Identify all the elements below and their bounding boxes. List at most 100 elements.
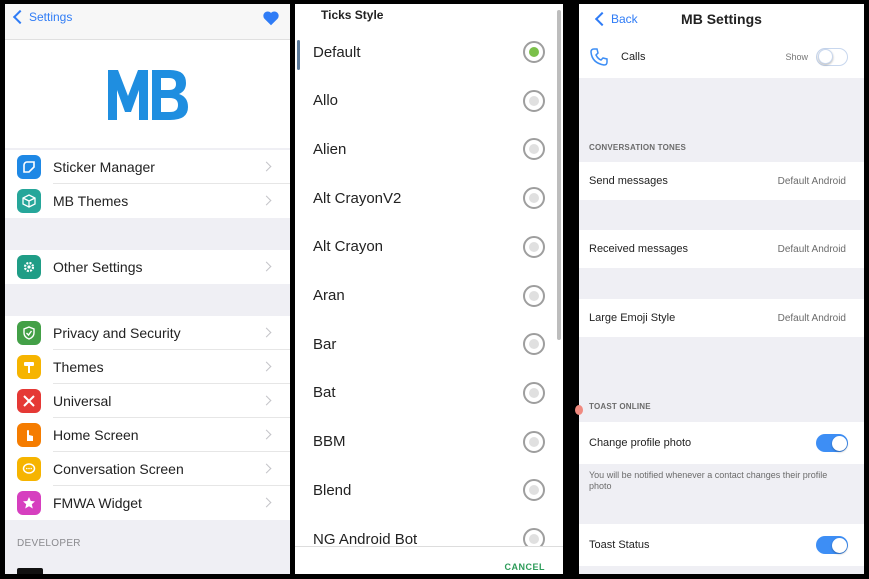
phone-icon [590, 48, 608, 66]
radio-button[interactable] [523, 381, 545, 404]
floating-indicator [575, 405, 583, 415]
page-title: MB Settings [681, 11, 762, 27]
option-label: Aran [313, 287, 345, 304]
ticks-option[interactable]: Aran [313, 272, 545, 320]
ticks-option[interactable]: Allo [313, 77, 545, 125]
row-label: Conversation Screen [53, 461, 184, 477]
settings-group-1: Sticker Manager MB Themes [5, 150, 290, 218]
row-received-messages[interactable]: Received messages Default Android [579, 230, 864, 268]
row-label: Send messages [589, 175, 668, 187]
row-label: Home Screen [53, 427, 139, 443]
ticks-option[interactable]: Alt Crayon [313, 223, 545, 271]
chevron-right-icon [261, 463, 272, 474]
row-calls[interactable]: Calls Show [579, 36, 864, 78]
row-universal[interactable]: Universal [5, 384, 290, 418]
themes-cube-icon [17, 189, 41, 213]
chevron-left-icon [12, 9, 28, 25]
calls-toggle[interactable] [816, 48, 848, 66]
row-label: FMWA Widget [53, 495, 142, 511]
row-other-settings[interactable]: Other Settings [5, 250, 290, 284]
ticks-option[interactable]: BBM [313, 418, 545, 466]
row-fmwa-widget[interactable]: FMWA Widget [5, 486, 290, 520]
row-privacy-security[interactable]: Privacy and Security [5, 316, 290, 350]
chevron-right-icon [261, 361, 272, 372]
back-button[interactable]: Settings [12, 9, 73, 25]
ticks-option[interactable]: Alt CrayonV2 [313, 174, 545, 222]
ticks-option[interactable]: Default [313, 28, 545, 76]
row-label: Received messages [589, 243, 689, 255]
ticks-option[interactable]: Alien [313, 125, 545, 173]
radio-button[interactable] [523, 235, 545, 258]
chat-bubble-icon [17, 457, 41, 481]
row-sticker-manager[interactable]: Sticker Manager [5, 150, 290, 184]
option-label: BBM [313, 433, 346, 451]
star-icon [17, 491, 41, 515]
row-large-emoji-style[interactable]: Large Emoji Style Default Android [579, 299, 864, 337]
paint-roller-icon [17, 355, 41, 379]
row-label: Toast Status [589, 539, 650, 551]
settings-group-3: Privacy and Security Themes Universal Ho… [5, 316, 290, 520]
chevron-right-icon [261, 395, 272, 406]
row-label: MB Themes [53, 193, 129, 209]
heart-icon[interactable] [262, 10, 280, 26]
row-label: Large Emoji Style [589, 312, 676, 324]
top-bar: Settings [5, 4, 290, 40]
dialog-title: Ticks Style [321, 8, 384, 22]
radio-button[interactable] [523, 333, 545, 356]
section-header-toast-online: TOAST ONLINE [589, 402, 651, 411]
focus-indicator [297, 40, 300, 70]
svg-text:MB: MB [106, 66, 108, 67]
back-label: Settings [29, 10, 73, 24]
mb-logo: MB [106, 66, 188, 120]
row-label: Privacy and Security [53, 325, 181, 341]
mb-main-settings-panel: Settings MB Sticker Manager MB Themes Ot… [5, 4, 290, 574]
radio-button[interactable] [523, 187, 545, 210]
ticks-option[interactable]: Bar [313, 320, 545, 368]
top-bar: Back MB Settings [579, 4, 864, 36]
mb-logo-area: MB [5, 40, 290, 148]
tools-icon [17, 389, 41, 413]
option-label: Allo [313, 92, 339, 110]
chevron-right-icon [261, 429, 272, 440]
scrollbar[interactable] [557, 10, 561, 340]
row-mb-themes[interactable]: MB Themes [5, 184, 290, 218]
developer-section-header: DEVELOPER [17, 538, 81, 549]
developer-row-icon [17, 568, 43, 574]
radio-button[interactable] [523, 41, 545, 63]
change-profile-photo-toggle[interactable] [816, 434, 848, 452]
ticks-option[interactable]: Bat [313, 369, 545, 417]
toast-status-toggle[interactable] [816, 536, 848, 554]
cancel-button[interactable]: CANCEL [505, 562, 546, 572]
option-label: Alt CrayonV2 [313, 189, 402, 207]
radio-button[interactable] [523, 430, 545, 453]
option-label: Default [313, 43, 361, 61]
ticks-option[interactable]: Blend [313, 466, 545, 514]
radio-button[interactable] [523, 89, 545, 112]
row-label: Other Settings [53, 259, 143, 275]
radio-button[interactable] [523, 479, 545, 502]
row-value: Default Android [777, 243, 846, 255]
radio-button[interactable] [523, 138, 545, 161]
row-themes[interactable]: Themes [5, 350, 290, 384]
row-label: Themes [53, 359, 104, 375]
sticker-icon [17, 155, 41, 179]
option-label: Alien [313, 140, 347, 158]
option-label: Blend [313, 481, 352, 499]
row-change-profile-photo[interactable]: Change profile photo [579, 422, 864, 464]
settings-group-2: Other Settings [5, 250, 290, 284]
row-home-screen[interactable]: Home Screen [5, 418, 290, 452]
profile-photo-note: You will be notified whenever a contact … [589, 470, 828, 491]
chevron-right-icon [261, 195, 272, 206]
option-label: Bat [313, 384, 336, 402]
row-label: Calls [621, 51, 646, 63]
row-send-messages[interactable]: Send messages Default Android [579, 162, 864, 200]
row-conversation-screen[interactable]: Conversation Screen [5, 452, 290, 486]
radio-button[interactable] [523, 284, 545, 307]
chevron-right-icon [261, 161, 272, 172]
section-header-conversation-tones: CONVERSATION TONES [589, 143, 687, 152]
row-toast-status[interactable]: Toast Status [579, 524, 864, 566]
row-label: Universal [53, 393, 112, 409]
option-label: Bar [313, 335, 337, 353]
ticks-style-dialog: Ticks Style Default Allo Alien Alt CrayonV2… [295, 4, 563, 574]
row-label: Change profile photo [589, 437, 692, 449]
